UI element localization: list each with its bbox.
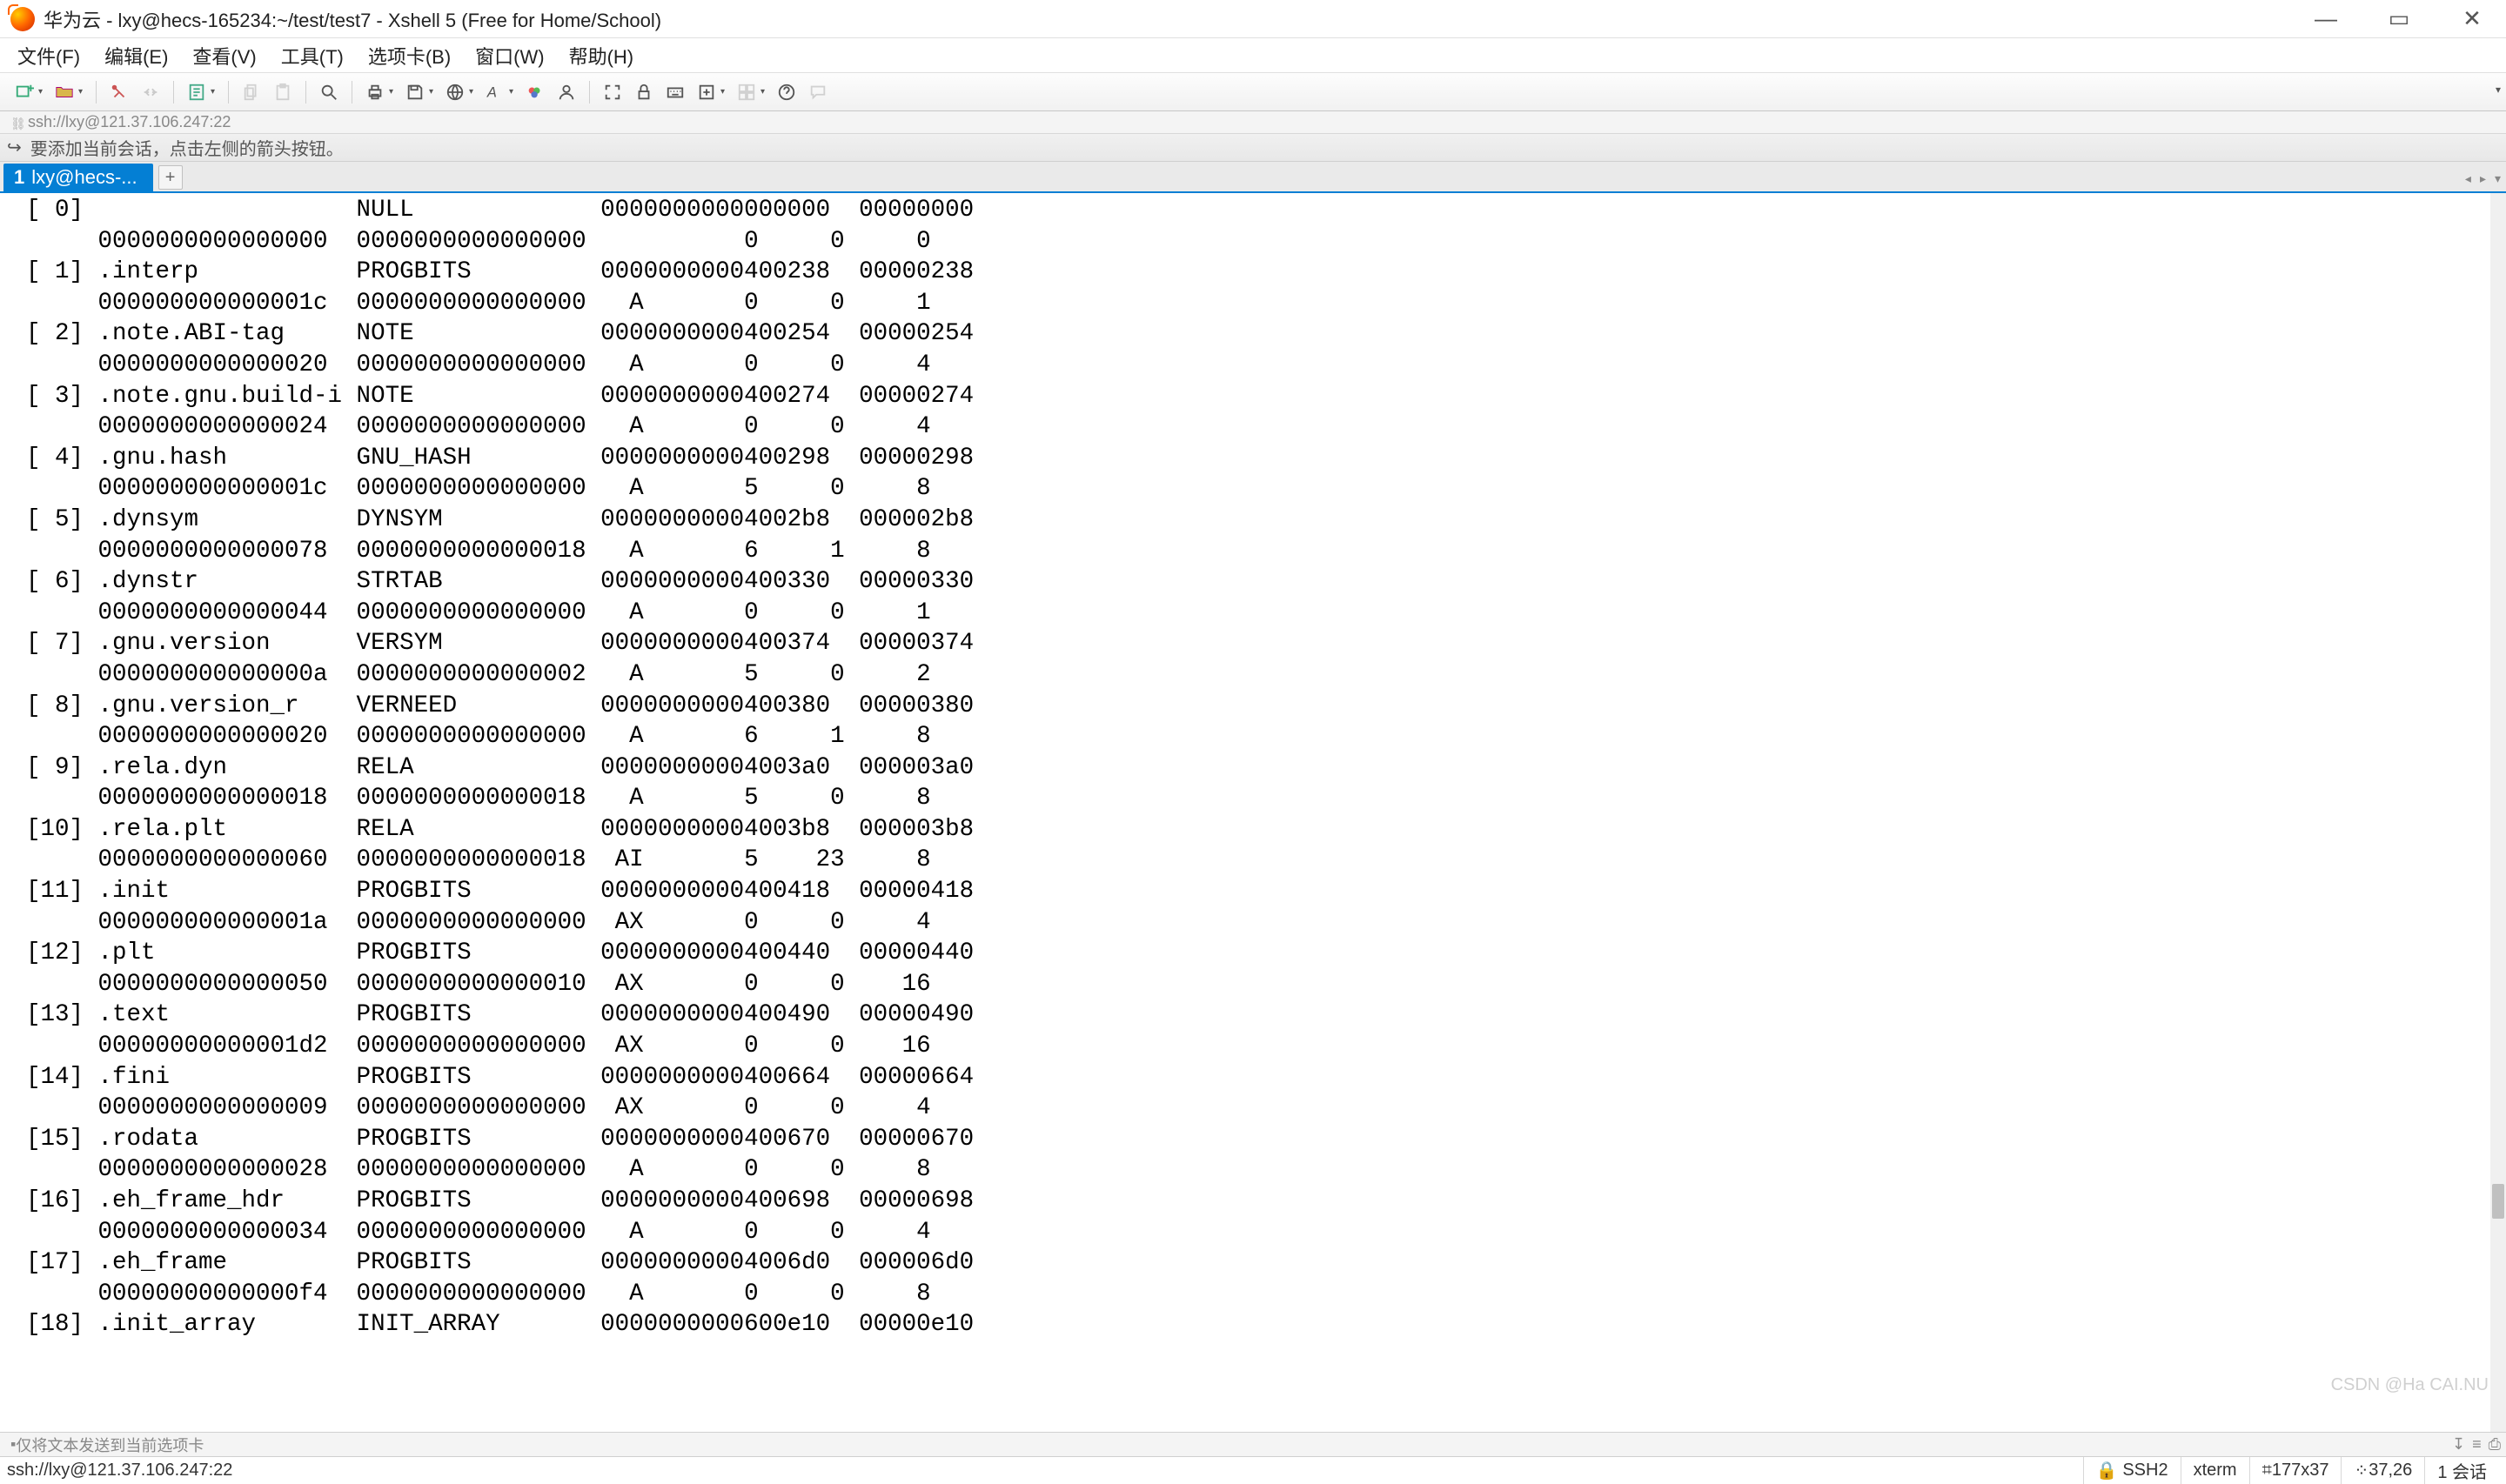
lock-icon[interactable]: [630, 78, 658, 106]
maximize-button[interactable]: ▭: [2382, 3, 2416, 36]
link-icon: ⛓: [10, 117, 23, 129]
toolbar: ▾ ▾ ▾ ▾ ▾ ▾ A▾ ▾ ▾ ▾: [0, 73, 2506, 111]
tab-label: lxy@hecs-...: [31, 166, 137, 189]
status-sessions: 1 会话: [2424, 1457, 2499, 1484]
tab-number: 1: [14, 166, 24, 189]
properties-icon[interactable]: [183, 78, 211, 106]
compose-bar-icons[interactable]: ↧≡⎙: [2452, 1435, 2501, 1454]
compose-bar-text: 仅将文本发送到当前选项卡: [16, 1434, 204, 1456]
session-hint-text: 要添加当前会话，点击左侧的箭头按钮。: [30, 135, 344, 160]
status-lock-icon: 🔒: [2096, 1460, 2118, 1481]
keyboard-icon[interactable]: [661, 78, 689, 106]
status-protocol: SSH2: [2122, 1461, 2168, 1481]
user-icon[interactable]: [553, 78, 580, 106]
globe-icon[interactable]: [441, 78, 469, 106]
tile-icon[interactable]: [733, 78, 761, 106]
session-hint-bar: ↪ 要添加当前会话，点击左侧的箭头按钮。: [0, 134, 2506, 162]
menu-tab[interactable]: 选项卡(B): [363, 38, 456, 73]
add-session-arrow-icon[interactable]: ↪: [7, 137, 22, 158]
address-text[interactable]: ssh://lxy@121.37.106.247:22: [28, 113, 231, 131]
chat-icon[interactable]: [804, 78, 832, 106]
paste-icon[interactable]: [269, 78, 297, 106]
watermark: CSDN @Ha CAI.NU: [2331, 1375, 2489, 1395]
status-size: 177x37: [2272, 1461, 2329, 1481]
add-icon[interactable]: [693, 78, 720, 106]
new-session-icon[interactable]: [10, 78, 38, 106]
save-icon[interactable]: [401, 78, 429, 106]
window-title: 华为云 - lxy@hecs-165234:~/test/test7 - Xsh…: [44, 5, 2309, 33]
search-icon[interactable]: [315, 78, 343, 106]
menu-tools[interactable]: 工具(T): [276, 38, 349, 73]
terminal-pane[interactable]: [ 0] NULL 0000000000000000 00000000 0000…: [0, 193, 2506, 1432]
status-cursor: 37,26: [2369, 1461, 2412, 1481]
close-button[interactable]: ✕: [2456, 3, 2489, 36]
status-termtype: xterm: [2181, 1457, 2249, 1484]
status-bar: ssh://lxy@121.37.106.247:22 🔒 SSH2 xterm…: [0, 1456, 2506, 1484]
titlebar: 华为云 - lxy@hecs-165234:~/test/test7 - Xsh…: [0, 0, 2506, 38]
scrollbar[interactable]: [2490, 193, 2506, 1432]
print-icon[interactable]: [361, 78, 389, 106]
app-logo-icon: [10, 7, 35, 31]
help-icon[interactable]: [773, 78, 801, 106]
svg-text:A: A: [486, 84, 497, 100]
status-size-icon: ⌗: [2262, 1461, 2272, 1481]
new-tab-button[interactable]: +: [158, 165, 183, 190]
menu-file[interactable]: 文件(F): [12, 38, 85, 73]
fullscreen-icon[interactable]: [599, 78, 626, 106]
minimize-button[interactable]: —: [2309, 3, 2342, 36]
menubar: 文件(F) 编辑(E) 查看(V) 工具(T) 选项卡(B) 窗口(W) 帮助(…: [0, 38, 2506, 73]
status-cursor-icon: ⁘: [2354, 1460, 2369, 1481]
reconnect-icon[interactable]: [105, 78, 133, 106]
address-bar: ⛓ ssh://lxy@121.37.106.247:22: [0, 111, 2506, 134]
tab-strip-overflow[interactable]: ◂▸▾: [2465, 171, 2501, 186]
disconnect-icon[interactable]: [137, 78, 164, 106]
status-connection: ssh://lxy@121.37.106.247:22: [7, 1461, 2083, 1481]
tab-strip: 1 lxy@hecs-... + ◂▸▾: [0, 162, 2506, 193]
color-icon[interactable]: [521, 78, 549, 106]
compose-bar: ▪ 仅将文本发送到当前选项卡 ↧≡⎙: [0, 1432, 2506, 1456]
menu-edit[interactable]: 编辑(E): [99, 38, 173, 73]
menu-window[interactable]: 窗口(W): [470, 38, 549, 73]
toolbar-overflow-icon[interactable]: ▾: [2496, 84, 2501, 96]
terminal-output: [ 0] NULL 0000000000000000 00000000 0000…: [0, 193, 2506, 1340]
font-icon[interactable]: A: [481, 78, 509, 106]
open-folder-icon[interactable]: [50, 78, 78, 106]
scrollbar-thumb[interactable]: [2492, 1184, 2504, 1219]
tab-active[interactable]: 1 lxy@hecs-...: [3, 164, 153, 191]
window-controls: — ▭ ✕: [2309, 3, 2489, 36]
menu-view[interactable]: 查看(V): [187, 38, 261, 73]
copy-icon[interactable]: [238, 78, 265, 106]
menu-help[interactable]: 帮助(H): [564, 38, 640, 73]
